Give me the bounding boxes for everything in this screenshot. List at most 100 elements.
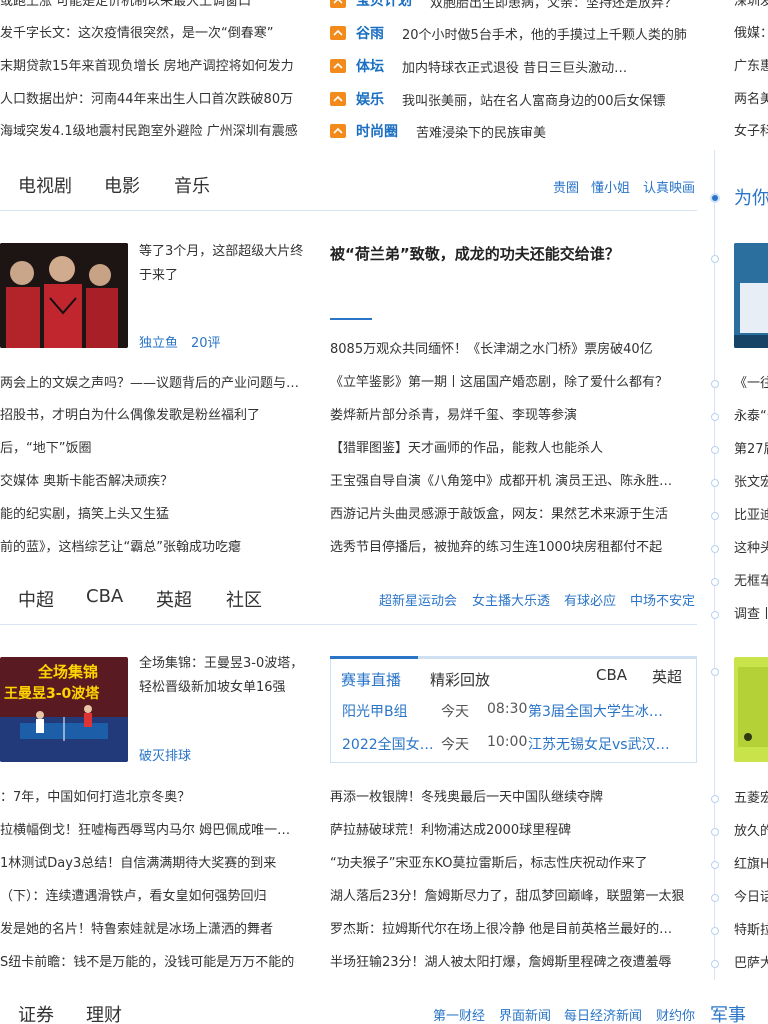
tab-replay[interactable]: 精彩回放 <box>430 669 490 690</box>
ent-mid-item[interactable]: 【猎罪图鉴】天才画师的作品，能救人也能杀人 <box>330 439 696 459</box>
recommend-item[interactable]: 放久的 <box>734 822 768 842</box>
tab-cba[interactable]: CBA <box>86 586 123 607</box>
tab-live[interactable]: 赛事直播 <box>341 669 401 690</box>
tab-music[interactable]: 音乐 <box>174 172 210 198</box>
sports-mid-item[interactable]: 萨拉赫破球荒！利物浦达成2000球里程碑 <box>330 821 696 841</box>
sports-left-item[interactable]: ：7年，中国如何打造北京冬奥？ <box>0 788 316 808</box>
sublink-dongxiaojie[interactable]: 懂小姐 <box>591 177 630 196</box>
recommend-image[interactable] <box>734 243 768 348</box>
top-news-right-2[interactable]: 俄媒：美方 <box>734 24 768 44</box>
sports-mid-item[interactable]: 再添一枚银牌！冬残奥最后一天中国队继续夺牌 <box>330 788 696 808</box>
recommend-item[interactable]: 五菱宏 <box>734 789 768 809</box>
sublink-guiquan[interactable]: 贵圈 <box>553 177 579 196</box>
top-news-mid-5[interactable]: 苦难浸染下的民族审美 <box>416 122 696 141</box>
live-tab-cba[interactable]: CBA <box>596 666 627 684</box>
sports-left-item[interactable]: 发是她的名片！特鲁索娃就是冰场上潇洒的舞者 <box>0 920 316 940</box>
ent-left-item[interactable]: 后，“地下”饭圈 <box>0 439 316 459</box>
ent-mid-item[interactable]: 8085万观众共同缅怀！《长津湖之水门桥》票房破40亿 <box>330 340 696 360</box>
sports-mid-item[interactable]: 湖人落后23分！詹姆斯尽力了，甜瓜梦回巅峰，联盟第一太狠 <box>330 887 696 907</box>
tab-community[interactable]: 社区 <box>226 586 262 612</box>
channel-label[interactable]: 宝贝计划 <box>356 0 412 10</box>
channel-label[interactable]: 体坛 <box>356 56 384 76</box>
ent-left-item[interactable]: 招股书，才明白为什么偶像发歌是粉丝福利了 <box>0 406 316 426</box>
recommend-image[interactable] <box>734 657 768 762</box>
top-news-mid-3[interactable]: 加内特球衣正式退役 昔日三巨头激动… <box>402 57 692 76</box>
top-news-mid-2[interactable]: 20个小时做5台手术，他的手摸过上千颗人类的肺 <box>402 24 696 43</box>
recommend-item[interactable]: 比亚迪 <box>734 506 768 526</box>
sublink-nbd[interactable]: 每日经济新闻 <box>564 1005 642 1024</box>
recommend-item[interactable]: 调查丨 <box>734 605 768 625</box>
recommend-item[interactable]: 巴萨大 <box>734 954 768 974</box>
top-news-left-2[interactable]: 发千字长文：这次疫情很突然，是一次“倒春寒” <box>0 24 316 44</box>
military-section-title[interactable]: 军事 <box>710 1001 746 1024</box>
top-news-mid-4[interactable]: 我叫张美丽，站在名人富商身边的00后女保镖 <box>402 90 696 109</box>
recommend-item[interactable]: 红旗H <box>734 855 768 875</box>
live-event[interactable]: 第3届全国大学生冰… <box>528 701 678 721</box>
sports-mid-item[interactable]: 半场狂输23分！湖人被太阳打爆，詹姆斯里程碑之夜遭羞辱 <box>330 953 696 973</box>
tab-tv[interactable]: 电视剧 <box>18 172 72 198</box>
ent-mid-item[interactable]: 西游记片头曲灵感源于敲饭盒，网友：果然艺术来源于生活 <box>330 505 696 525</box>
ent-left-item[interactable]: 能的纪实剧，搞笑上头又生猛 <box>0 505 316 525</box>
sublink-lottery[interactable]: 女主播大乐透 <box>472 590 550 609</box>
tab-securities[interactable]: 证券 <box>18 1001 54 1024</box>
recommend-item[interactable]: 今日话 <box>734 888 768 908</box>
channel-label[interactable]: 娱乐 <box>356 89 384 109</box>
recommend-item[interactable]: 永泰“公 <box>734 407 768 427</box>
top-news-left-1[interactable]: 或跑上涨 可能是定价机制以来最大上调窗口 <box>0 0 316 12</box>
feature-image-table-tennis[interactable]: 全场集锦 王曼昱3-0波塔 <box>0 657 128 762</box>
ent-left-item[interactable]: 两会上的文娱之声吗？——议题背后的产业问题与… <box>0 374 316 394</box>
top-news-left-4[interactable]: 人口数据出炉：河南44年来出生人口首次跌破80万 <box>0 90 316 110</box>
live-tab-epl[interactable]: 英超 <box>652 666 682 687</box>
sports-left-item[interactable]: 拉横幅倒戈！狂嘘梅西辱骂内马尔 姆巴佩成唯一… <box>0 821 316 841</box>
timeline-dot <box>711 927 719 935</box>
feature-source[interactable]: 独立鱼 <box>139 332 178 351</box>
top-news-right-1[interactable]: 深圳发布 <box>734 0 768 12</box>
ent-mid-item[interactable]: 王宝强自导自演《八角笼中》成都开机 演员王迅、陈永胜… <box>330 472 696 492</box>
recommend-item[interactable]: 这种头 <box>734 539 768 559</box>
feature-title[interactable]: 全场集锦：王曼昱3-0波塔，轻松晋级新加坡女单16强 <box>139 652 311 700</box>
sublink-renzhenyinghua[interactable]: 认真映画 <box>643 177 695 196</box>
sports-left-item[interactable]: S纽卡前瞻：钱不是万能的，没钱可能是万万不能的 <box>0 953 316 973</box>
feature-image-spiderman[interactable] <box>0 243 128 348</box>
sublink-caiyueni[interactable]: 财约你 <box>656 1005 695 1024</box>
top-news-right-5[interactable]: 女子科三 <box>734 122 768 142</box>
feature-title[interactable]: 等了3个月，这部超级大片终于来了 <box>139 240 311 288</box>
tab-epl[interactable]: 英超 <box>156 586 192 612</box>
sublink-midfield[interactable]: 中场不安定 <box>630 590 695 609</box>
ent-left-item[interactable]: 交媒体 奥斯卡能否解决顽疾？ <box>0 472 316 492</box>
live-event[interactable]: 江苏无锡女足vs武汉… <box>528 734 680 754</box>
top-news-left-5[interactable]: 海域突发4.1级地震村民跑室外避险 广州深圳有震感 <box>0 122 316 142</box>
sublink-youqiubiying[interactable]: 有球必应 <box>564 590 616 609</box>
sports-mid-item[interactable]: 罗杰斯：拉姆斯代尔在场上很冷静 他是目前英格兰最好的… <box>330 920 696 940</box>
tab-wealth[interactable]: 理财 <box>86 1001 122 1024</box>
ent-mid-item[interactable]: 选秀节目停播后，被抛弃的练习生连1000块房租都付不起 <box>330 538 696 558</box>
channel-label[interactable]: 谷雨 <box>356 23 384 43</box>
sublink-supernova[interactable]: 超新星运动会 <box>379 590 457 609</box>
recommend-item[interactable]: 张文宏 <box>734 473 768 493</box>
channel-label[interactable]: 时尚圈 <box>356 121 398 141</box>
tab-csl[interactable]: 中超 <box>18 586 54 612</box>
tab-movie[interactable]: 电影 <box>104 172 140 198</box>
live-team[interactable]: 阳光甲B组 <box>342 701 408 721</box>
ent-mid-item[interactable]: 《立竿鉴影》第一期丨这届国产婚恋剧，除了爱什么都有？ <box>330 373 696 393</box>
live-team[interactable]: 2022全国女… <box>342 734 438 754</box>
recommend-item[interactable]: 第27届 <box>734 440 768 460</box>
sublink-yicai[interactable]: 第一财经 <box>433 1005 485 1024</box>
timeline-line <box>714 150 715 980</box>
recommend-item[interactable]: 无框车 <box>734 572 768 592</box>
ent-mid-item[interactable]: 娄烨新片部分杀青，易烊千玺、李现等参演 <box>330 406 696 426</box>
ent-left-item[interactable]: 前的蓝》，这档综艺让“霸总”张翰成功吃瘪 <box>0 538 316 558</box>
sports-left-item[interactable]: 1林测试Day3总结！自信满满期待大奖赛的到来 <box>0 854 316 874</box>
sports-left-item[interactable]: （下）：连续遭遇滑铁卢，看女皇如何强势回归 <box>0 887 316 907</box>
top-news-mid-1[interactable]: 双胞胎出生即患病，父亲：坚持还是放弃？ <box>430 0 696 11</box>
feature-source[interactable]: 破灭排球 <box>139 745 191 764</box>
top-news-right-3[interactable]: 广东惠州 <box>734 57 768 77</box>
top-news-left-3[interactable]: 末期贷款15年来首现负增长 房地产调控将如何发力 <box>0 57 316 77</box>
top-news-right-4[interactable]: 两名美国 <box>734 90 768 110</box>
recommend-item[interactable]: 特斯拉 <box>734 921 768 941</box>
recommend-item[interactable]: 《一往 <box>734 374 768 394</box>
headline[interactable]: 被“荷兰弟”致敬，成龙的功夫还能交给谁？ <box>330 243 620 264</box>
feature-comments[interactable]: 20评 <box>191 332 221 351</box>
sports-mid-item[interactable]: “功夫猴子”宋亚东KO莫拉雷斯后，标志性庆祝动作来了 <box>330 854 696 874</box>
sublink-jiemian[interactable]: 界面新闻 <box>499 1005 551 1024</box>
